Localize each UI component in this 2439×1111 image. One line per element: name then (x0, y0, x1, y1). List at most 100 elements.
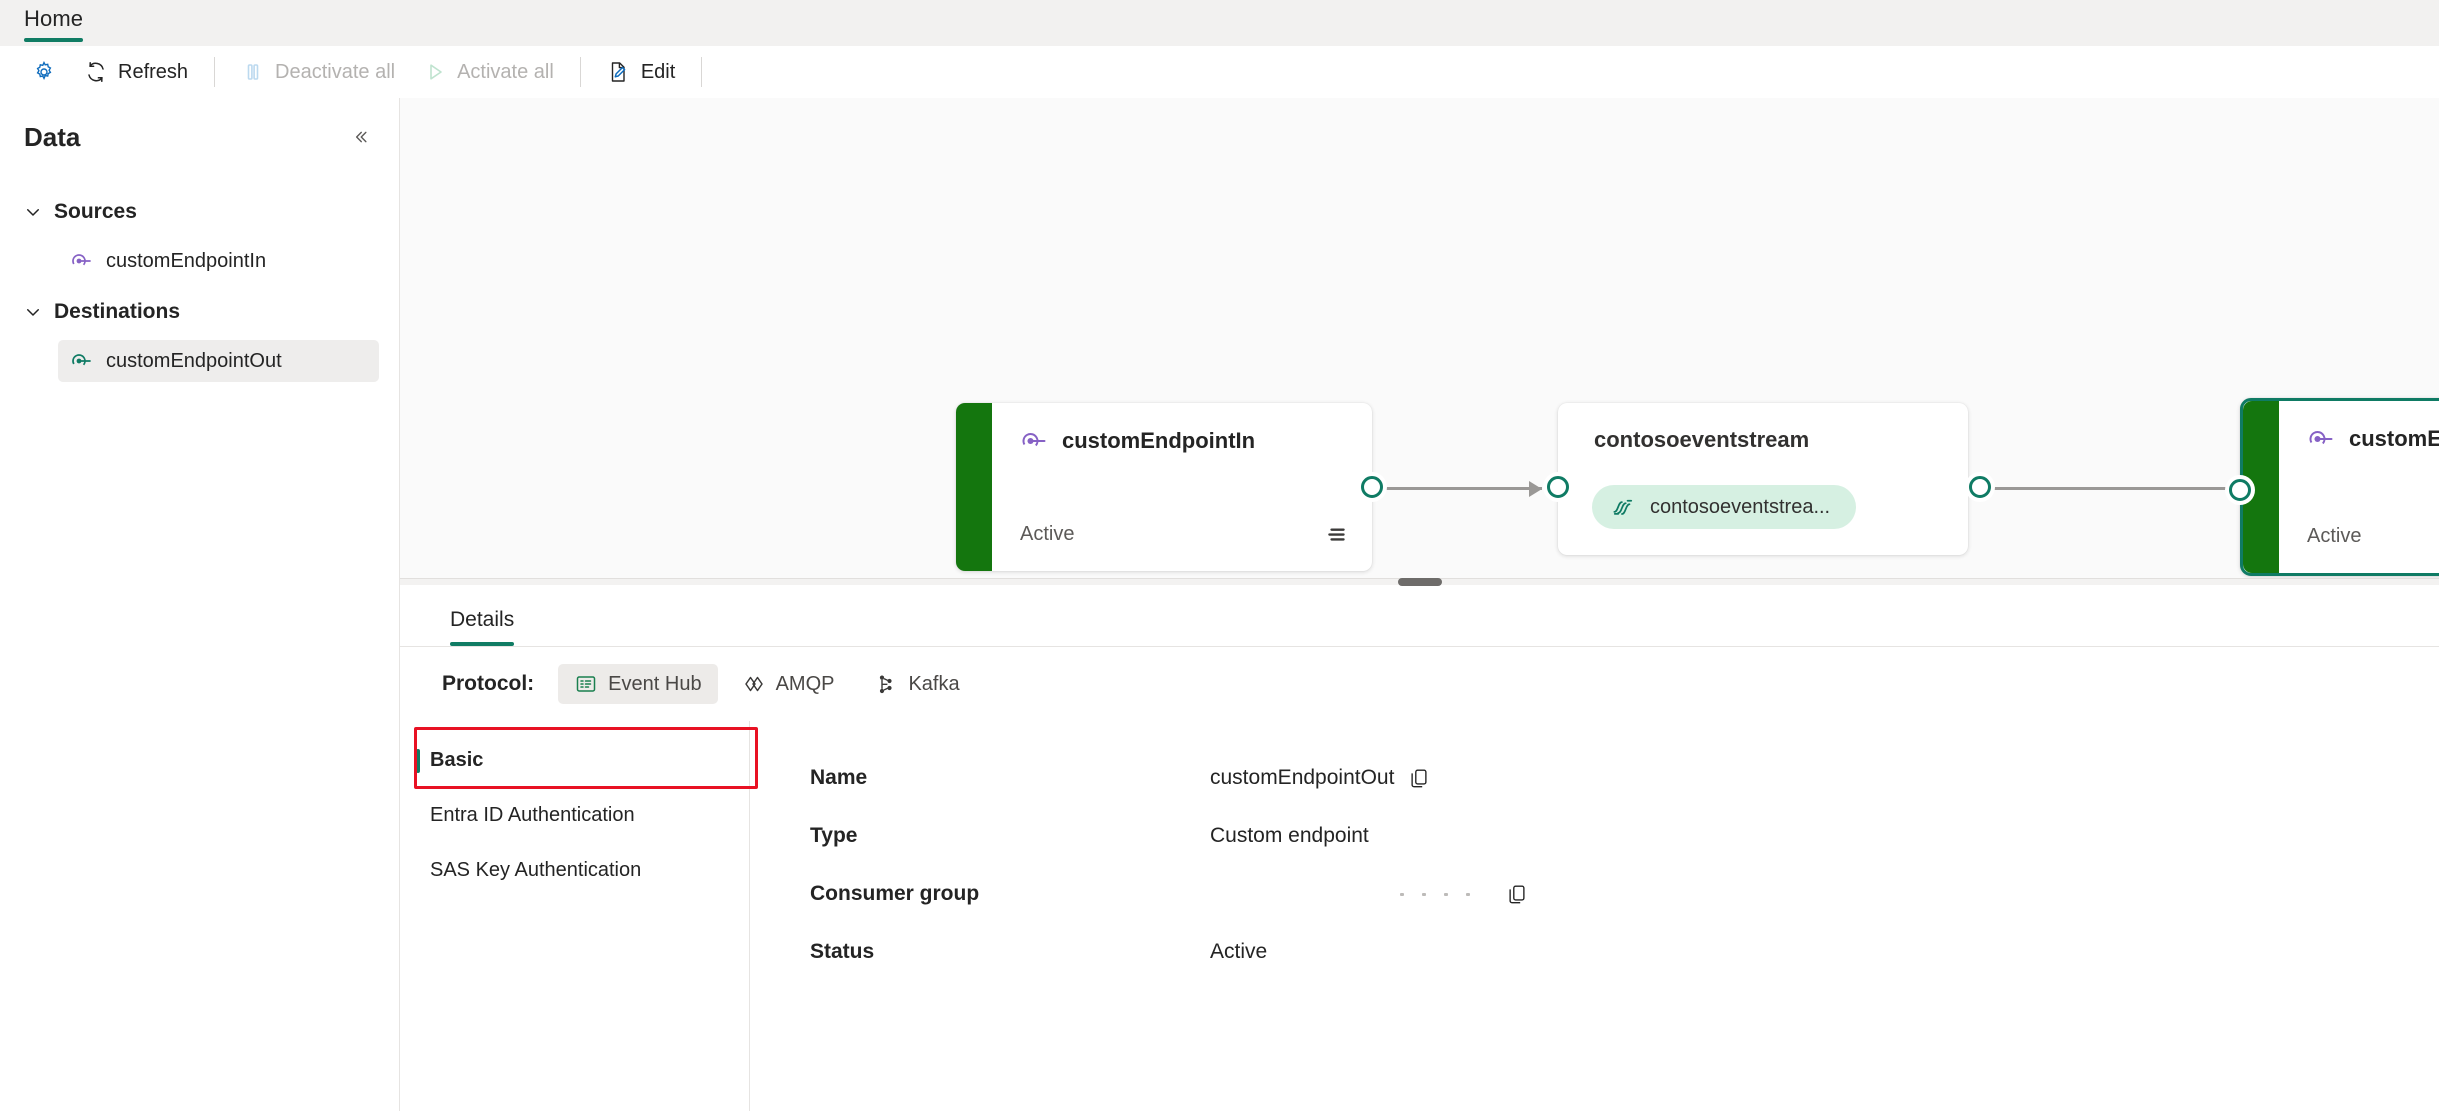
field-row-status: Status Active (810, 923, 2439, 981)
chevron-down-icon (27, 209, 39, 216)
protocol-option-label: AMQP (775, 672, 835, 695)
field-row-consumer-group: Consumer group (810, 865, 2439, 923)
play-icon (430, 64, 442, 80)
edge-arrow-head (1529, 481, 1542, 497)
protocol-option-amqp[interactable]: AMQP (726, 664, 851, 704)
node-status-label: Active (2307, 524, 2362, 547)
details-subnav: Basic Entra ID Authentication SAS Key Au… (400, 721, 758, 1111)
protocol-option-event-hub[interactable]: Event Hub (558, 664, 718, 704)
field-label: Consumer group (810, 882, 980, 905)
content-column: customEndpointIn Active contosoeventstre… (400, 98, 2439, 1111)
subnav-item-label: Basic (430, 749, 484, 771)
refresh-button[interactable]: Refresh (70, 53, 202, 91)
command-toolbar: Refresh Deactivate all Activate all Edit (0, 46, 2439, 98)
field-value: customEndpointOut (1210, 765, 1430, 791)
chevron-down-icon (27, 309, 39, 316)
splitter-grip[interactable] (1397, 578, 1442, 586)
field-value: Active (1210, 940, 1267, 964)
sidebar-item-label: customEndpointOut (106, 349, 282, 372)
activate-all-label: Activate all (457, 60, 554, 83)
edit-label: Edit (640, 60, 676, 83)
edit-button[interactable]: Edit (593, 53, 689, 91)
protocol-option-kafka[interactable]: Kafka (858, 664, 975, 704)
sidebar-item-custom-endpoint-out[interactable]: customEndpointOut (58, 340, 379, 382)
tab-details-label: Details (450, 608, 515, 631)
protocol-option-label: Event Hub (608, 672, 702, 695)
edge-stream-to-dest (1980, 487, 2250, 490)
flow-node-contosoeventstream[interactable]: contosoeventstream contosoeventstrea... (1543, 403, 1995, 555)
tab-active-underline (450, 642, 515, 646)
details-body: Basic Entra ID Authentication SAS Key Au… (400, 721, 2439, 1111)
data-sidebar: Data Sources customEndpointIn Destinatio… (0, 98, 400, 1111)
eventstream-pill-label: contosoeventstrea... (1650, 495, 1831, 518)
tab-details[interactable]: Details (442, 608, 522, 646)
flow-node-custom-endpoint-out[interactable]: customEndpointOut Active (2225, 398, 2439, 576)
node-title: customEndpointOut (2349, 426, 2439, 451)
data-sidebar-title: Data (24, 121, 81, 152)
sidebar-item-label: customEndpointIn (106, 249, 267, 272)
custom-endpoint-icon (72, 254, 91, 268)
details-fields: Name customEndpointOut Type Custom endpo… (750, 721, 2439, 1111)
node-menu-icon[interactable] (1324, 521, 1350, 547)
field-row-name: Name customEndpointOut (810, 749, 2439, 807)
sidebar-group-destinations-header[interactable]: Destinations (0, 292, 399, 332)
field-value (1210, 881, 1528, 907)
collapse-sidebar-button[interactable] (343, 120, 377, 154)
pause-icon (247, 64, 259, 80)
node-footer: Active (1020, 521, 1350, 547)
subnav-item-entra-id-authentication[interactable]: Entra ID Authentication (400, 788, 749, 843)
amqp-icon (744, 676, 763, 692)
sidebar-group-destinations: Destinations customEndpointOut (0, 292, 399, 382)
refresh-icon (88, 62, 104, 82)
node-header: customEndpointOut (2279, 401, 2439, 453)
sidebar-group-destinations-label: Destinations (54, 300, 181, 323)
settings-button[interactable] (18, 53, 70, 91)
copy-icon[interactable] (1506, 881, 1528, 907)
kafka-icon (880, 675, 893, 694)
flow-canvas[interactable]: customEndpointIn Active contosoeventstre… (400, 98, 2439, 578)
toolbar-divider (214, 57, 216, 87)
node-output-port[interactable] (1357, 472, 1387, 502)
activate-all-button[interactable]: Activate all (409, 53, 568, 91)
node-input-port[interactable] (2225, 475, 2255, 505)
node-output-port[interactable] (1965, 472, 1995, 502)
protocol-option-label: Kafka (908, 672, 960, 695)
node-title: contosoeventstream (1594, 427, 1810, 452)
details-panel: Details Protocol: Event Hub AMQP Kafka B… (400, 585, 2439, 1111)
node-title: customEndpointIn (1062, 428, 1256, 453)
main-body: Data Sources customEndpointIn Destinatio… (0, 98, 2439, 1111)
subnav-item-sas-key-authentication[interactable]: SAS Key Authentication (400, 843, 749, 898)
refresh-label: Refresh (118, 60, 189, 83)
field-value-text: Active (1210, 940, 1268, 963)
field-label: Type (810, 824, 858, 847)
custom-endpoint-icon (72, 354, 91, 368)
ribbon-tab-strip: Home (0, 0, 2439, 46)
chevron-double-left-icon (355, 131, 367, 143)
stream-icon (1613, 499, 1633, 515)
sidebar-group-sources-label: Sources (54, 200, 137, 223)
copy-icon[interactable] (1408, 765, 1430, 791)
field-value-text: Custom endpoint (1210, 824, 1369, 847)
deactivate-all-button[interactable]: Deactivate all (227, 53, 409, 91)
flow-node-custom-endpoint-in[interactable]: customEndpointIn Active (956, 403, 1387, 571)
custom-endpoint-icon (2309, 431, 2333, 447)
toolbar-divider-2 (579, 57, 581, 87)
eventstream-pill[interactable]: contosoeventstrea... (1592, 485, 1857, 529)
deactivate-all-label: Deactivate all (275, 60, 396, 83)
edit-icon (611, 62, 626, 82)
custom-endpoint-icon (1022, 433, 1046, 449)
subnav-item-label: Entra ID Authentication (430, 804, 635, 826)
subnav-item-basic[interactable]: Basic (400, 733, 749, 788)
masked-value (1400, 892, 1470, 896)
tab-home[interactable]: Home (18, 0, 97, 42)
field-value-text: customEndpointOut (1210, 766, 1395, 789)
sidebar-group-sources-header[interactable]: Sources (0, 192, 399, 232)
event-hub-icon (576, 676, 596, 692)
gear-icon (36, 61, 52, 81)
node-status-label: Active (1020, 522, 1075, 545)
panel-splitter[interactable] (400, 578, 2439, 586)
node-input-port[interactable] (1543, 472, 1573, 502)
node-footer: Active (2307, 523, 2439, 549)
data-sidebar-header: Data (0, 120, 399, 154)
sidebar-item-custom-endpoint-in[interactable]: customEndpointIn (58, 240, 379, 282)
